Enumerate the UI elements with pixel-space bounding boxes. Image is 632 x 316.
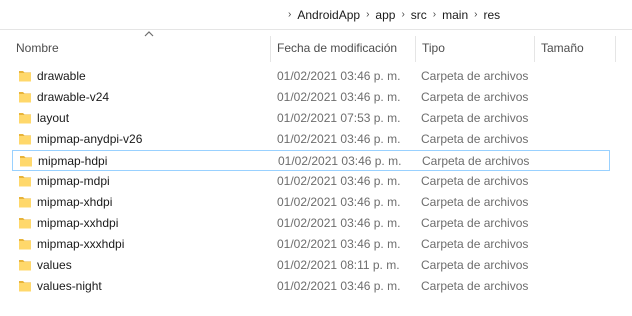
breadcrumb: › AndroidApp › app › src › main › res xyxy=(0,0,632,30)
list-item[interactable]: mipmap-mdpi 01/02/2021 03:46 p. m. Carpeta… xyxy=(12,171,610,192)
column-header-name[interactable]: Nombre xyxy=(10,31,270,62)
file-date-modified: 01/02/2021 03:46 p. m. xyxy=(277,195,401,209)
folder-icon xyxy=(19,239,31,250)
file-name: drawable xyxy=(37,69,86,83)
file-type: Carpeta de archivos xyxy=(422,154,530,168)
file-name: mipmap-mdpi xyxy=(37,174,110,188)
file-type: Carpeta de archivos xyxy=(421,237,529,251)
breadcrumb-path: › AndroidApp › app › src › main › res xyxy=(282,7,500,23)
folder-icon xyxy=(19,92,31,103)
list-item[interactable]: mipmap-xxxhdpi 01/02/2021 03:46 p. m. Carp… xyxy=(12,234,610,255)
chevron-right-icon[interactable]: › xyxy=(427,7,442,23)
list-item[interactable]: drawable-v24 01/02/2021 03:46 p. m. Carpet… xyxy=(12,87,610,108)
chevron-right-icon[interactable]: › xyxy=(360,7,375,23)
file-name: mipmap-xxxhdpi xyxy=(37,237,125,251)
file-type: Carpeta de archivos xyxy=(421,279,529,293)
file-date-modified: 01/02/2021 03:46 p. m. xyxy=(277,237,401,251)
file-name: mipmap-anydpi-v26 xyxy=(37,132,143,146)
list-item[interactable]: mipmap-hdpi 01/02/2021 03:46 p. m. Carpeta… xyxy=(12,150,610,171)
column-divider[interactable] xyxy=(615,36,616,62)
folder-icon xyxy=(19,176,31,187)
folder-icon xyxy=(19,260,31,271)
folder-icon xyxy=(19,281,31,292)
file-date-modified: 01/02/2021 03:46 p. m. xyxy=(278,154,402,168)
column-header-date[interactable]: Fecha de modificación xyxy=(271,34,415,62)
breadcrumb-item[interactable]: src xyxy=(411,7,427,23)
file-date-modified: 01/02/2021 03:46 p. m. xyxy=(277,279,401,293)
column-header-name-label: Nombre xyxy=(16,41,59,55)
chevron-right-icon[interactable]: › xyxy=(468,7,483,23)
file-name: drawable-v24 xyxy=(37,90,110,104)
file-name: values xyxy=(37,258,72,272)
folder-icon xyxy=(19,71,31,82)
file-explorer-window: › AndroidApp › app › src › main › res Nombre Fech… xyxy=(0,0,632,316)
folder-icon xyxy=(20,156,32,167)
file-name: mipmap-xhdpi xyxy=(37,195,113,209)
file-date-modified: 01/02/2021 03:46 p. m. xyxy=(277,216,401,230)
breadcrumb-item[interactable]: app xyxy=(375,7,395,23)
file-name: mipmap-hdpi xyxy=(38,154,108,168)
file-name: values-night xyxy=(37,279,102,293)
chevron-right-icon[interactable]: › xyxy=(395,7,410,23)
list-item[interactable]: mipmap-xxhdpi 01/02/2021 03:46 p. m. Carpe… xyxy=(12,213,610,234)
column-header-size-label: Tamaño xyxy=(541,41,584,55)
list-item[interactable]: values 01/02/2021 08:11 p. m. Carpeta de a… xyxy=(12,255,610,276)
file-type: Carpeta de archivos xyxy=(421,132,529,146)
folder-icon xyxy=(19,218,31,229)
column-header-date-label: Fecha de modificación xyxy=(277,41,398,55)
folder-icon xyxy=(19,113,31,124)
chevron-right-icon[interactable]: › xyxy=(282,7,297,23)
file-date-modified: 01/02/2021 07:53 p. m. xyxy=(277,111,401,125)
file-date-modified: 01/02/2021 03:46 p. m. xyxy=(277,132,401,146)
file-date-modified: 01/02/2021 08:11 p. m. xyxy=(277,258,400,272)
breadcrumb-item[interactable]: res xyxy=(483,7,500,23)
column-header-row: Nombre Fecha de modificación Tipo Tamaño xyxy=(0,31,632,62)
folder-icon xyxy=(19,134,31,145)
breadcrumb-item[interactable]: main xyxy=(442,7,468,23)
file-type: Carpeta de archivos xyxy=(421,174,529,188)
file-type: Carpeta de archivos xyxy=(421,258,529,272)
list-item[interactable]: values-night 01/02/2021 03:46 p. m. Carpet… xyxy=(12,276,610,297)
breadcrumb-item[interactable]: AndroidApp xyxy=(297,7,360,23)
list-item[interactable]: drawable 01/02/2021 03:46 p. m. Carpeta de… xyxy=(12,66,610,87)
file-name: layout xyxy=(37,111,70,125)
list-item[interactable]: layout 01/02/2021 07:53 p. m. Carpeta de a… xyxy=(12,108,610,129)
file-date-modified: 01/02/2021 03:46 p. m. xyxy=(277,174,401,188)
file-type: Carpeta de archivos xyxy=(421,90,529,104)
file-type: Carpeta de archivos xyxy=(421,216,529,230)
list-item[interactable]: mipmap-xhdpi 01/02/2021 03:46 p. m. Carpet… xyxy=(12,192,610,213)
file-type: Carpeta de archivos xyxy=(421,111,529,125)
file-type: Carpeta de archivos xyxy=(421,69,529,83)
column-header-size[interactable]: Tamaño xyxy=(535,34,615,62)
folder-icon xyxy=(19,197,31,208)
file-date-modified: 01/02/2021 03:46 p. m. xyxy=(277,90,401,104)
column-header-type[interactable]: Tipo xyxy=(416,34,534,62)
file-name: mipmap-xxhdpi xyxy=(37,216,119,230)
list-item[interactable]: mipmap-anydpi-v26 01/02/2021 03:46 p. m. C… xyxy=(12,129,610,150)
column-header-type-label: Tipo xyxy=(422,41,445,55)
sort-up-icon xyxy=(144,31,154,37)
file-date-modified: 01/02/2021 03:46 p. m. xyxy=(277,69,401,83)
file-type: Carpeta de archivos xyxy=(421,195,529,209)
